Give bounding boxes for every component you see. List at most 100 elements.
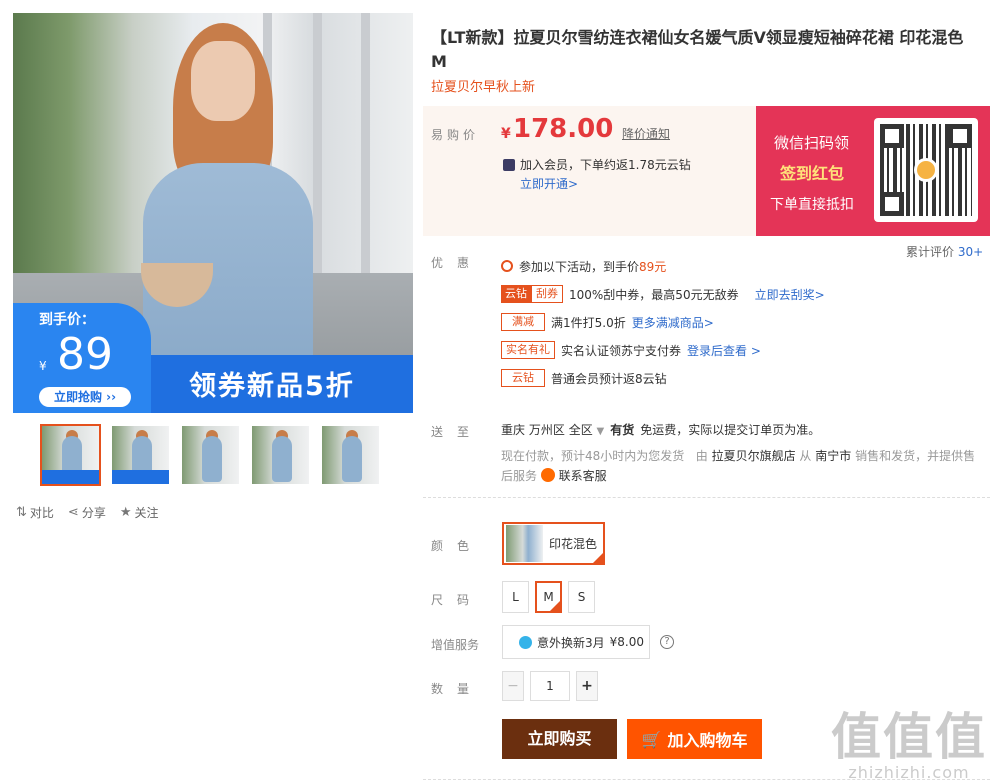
- price-amount: 178.00: [513, 114, 614, 144]
- compare-label: 对比: [29, 506, 54, 520]
- promo-tag: 云钻: [501, 285, 531, 303]
- promo-price: 89: [57, 329, 113, 380]
- vip-open-link[interactable]: 立即开通>: [520, 175, 578, 192]
- ship-eta: 现在付款，预计48小时内为您发货: [501, 449, 685, 463]
- qty-input[interactable]: 1: [530, 671, 570, 701]
- service-price: ¥8.00: [609, 635, 644, 649]
- ship-text: 由: [695, 449, 708, 463]
- add-to-cart-button[interactable]: 🛒 加入购物车: [627, 719, 762, 759]
- qr-code: [874, 118, 978, 222]
- size-option[interactable]: L: [502, 581, 529, 613]
- service-option[interactable]: 意外换新3月 ¥8.00: [502, 625, 650, 659]
- main-product-image[interactable]: 到手价： ¥ 89 立即抢购 ›› 领券新品5折: [13, 13, 413, 413]
- promo-list: 参加以下活动，到手价 89元 云钻 刮券 100%刮中券，最高50元无敌券 立即去刮…: [501, 252, 825, 392]
- ship-row-label: 送至: [431, 425, 484, 439]
- quantity-stepper: − 1 +: [502, 671, 598, 701]
- store-link[interactable]: 拉夏贝尔旗舰店: [712, 449, 796, 463]
- site-watermark: 值值值 zhizhizhi.com: [831, 711, 987, 782]
- promo-head-price: 89元: [639, 259, 667, 274]
- thumbnail[interactable]: [110, 424, 171, 486]
- ship-from-city: 南宁市: [815, 449, 852, 463]
- share-button[interactable]: ⋖ 分享: [68, 504, 106, 521]
- promo-link[interactable]: 更多满减商品>: [632, 314, 714, 331]
- selected-check-icon: [592, 552, 604, 564]
- compare-button[interactable]: ⇅ 对比: [16, 504, 54, 521]
- product-subtitle[interactable]: 拉夏贝尔早秋上新: [431, 76, 535, 95]
- cart-icon: 🛒: [641, 729, 662, 749]
- promo-tag: 云钻: [501, 369, 545, 387]
- qty-minus-button[interactable]: −: [502, 671, 524, 701]
- follow-button[interactable]: ★ 关注: [120, 504, 159, 521]
- product-tools: ⇅ 对比 ⋖ 分享 ★ 关注: [16, 504, 159, 521]
- promo-yen: ¥: [39, 359, 47, 373]
- star-icon: ★: [119, 505, 132, 520]
- promo-banner: 到手价： ¥ 89 立即抢购 ›› 领券新品5折: [13, 303, 413, 413]
- ship-area: 全区: [568, 423, 593, 437]
- ship-note: 免运费，实际以提交订单页为准。: [640, 423, 821, 437]
- ship-detail: 现在付款，预计48小时内为您发货 由 拉夏贝尔旗舰店 从 南宁市 销售和发货，并…: [501, 446, 986, 486]
- qr-logo-icon: [914, 158, 938, 182]
- ship-district: 万州区: [528, 423, 565, 437]
- qty-plus-button[interactable]: +: [576, 671, 598, 701]
- thumbnail[interactable]: [320, 424, 381, 486]
- color-swatch: [506, 525, 543, 562]
- chevron-down-icon: ▼: [596, 426, 605, 437]
- ship-location-select[interactable]: 重庆 万州区 全区 ▼: [501, 421, 604, 438]
- promo-row-label: 优惠: [431, 256, 484, 270]
- product-title: 【LT新款】拉夏贝尔雪纺连衣裙仙女名媛气质V领显瘦短袖碎花裙 印花混色 M: [431, 28, 964, 71]
- vip-text: 加入会员，下单约返1.78元云钻: [520, 158, 691, 172]
- promo-link[interactable]: 登录后查看 >: [687, 342, 761, 359]
- service-row-label: 增值服务: [431, 638, 480, 652]
- color-option-label: 印花混色: [549, 537, 598, 551]
- watermark-url: zhizhizhi.com: [848, 763, 970, 782]
- promo-text: 满1件打5.0折: [551, 315, 626, 330]
- review-count[interactable]: 累计评价 30+: [906, 243, 983, 260]
- ship-destination: 重庆 万州区 全区 ▼ 有货 免运费，实际以提交订单页为准。: [501, 421, 820, 438]
- divider: [423, 497, 990, 498]
- vip-icon: [503, 158, 515, 171]
- review-label: 累计评价: [906, 245, 955, 259]
- color-option[interactable]: 印花混色: [502, 522, 605, 565]
- promo-item: 云钻 普通会员预计返8云钻: [501, 364, 825, 392]
- promo-tag: 满减: [501, 313, 545, 331]
- size-option-selected[interactable]: M: [535, 581, 562, 613]
- price-panel: 易购价 ¥ 178.00 降价通知 加入会员，下单约返1.78元云钻 立即开通>…: [423, 106, 990, 236]
- promo-head: 参加以下活动，到手价 89元: [501, 252, 825, 280]
- promo-text: 实名认证领苏宁支付券: [561, 343, 682, 358]
- service-name: 意外换新3月: [537, 635, 605, 650]
- promo-text: 普通会员预计返8云钻: [551, 371, 667, 386]
- size-option[interactable]: S: [568, 581, 595, 613]
- wechat-line3: 下单直接抵扣: [770, 197, 854, 213]
- color-row-label: 颜色: [431, 539, 484, 553]
- thumbnail[interactable]: [180, 424, 241, 486]
- promo-item: 实名有礼 实名认证领苏宁支付券 登录后查看 >: [501, 336, 825, 364]
- buy-now-button[interactable]: 立即购买: [502, 719, 617, 759]
- wechat-line1: 微信扫码领: [774, 134, 850, 152]
- promo-slogan: 领券新品5折: [189, 371, 355, 402]
- help-icon[interactable]: ?: [660, 635, 674, 649]
- share-label: 分享: [81, 506, 106, 520]
- service-icon: [519, 635, 532, 649]
- review-value: 30+: [957, 245, 984, 259]
- stock-status: 有货: [610, 423, 635, 437]
- promo-link[interactable]: 立即去刮奖>: [755, 286, 825, 303]
- thumbnail[interactable]: [250, 424, 311, 486]
- qty-row-label: 数量: [431, 682, 484, 696]
- customer-service-icon: [540, 468, 555, 482]
- selected-check-icon: [549, 600, 561, 612]
- watermark-logo: 值值值: [831, 708, 987, 766]
- thumbnail[interactable]: [40, 424, 101, 486]
- wechat-line2: 签到红包: [780, 164, 845, 183]
- size-row-label: 尺码: [431, 593, 484, 607]
- size-options: L M S: [502, 581, 595, 613]
- promo-text: 100%刮中券，最高50元无敌券: [569, 287, 739, 302]
- compare-icon: ⇅: [16, 505, 27, 520]
- model-head: [191, 41, 255, 121]
- promo-item: 云钻 刮券 100%刮中券，最高50元无敌券 立即去刮奖>: [501, 280, 825, 308]
- promo-tag: 实名有礼: [501, 341, 555, 359]
- price-notify-link[interactable]: 降价通知: [622, 125, 670, 142]
- promo-rush-button[interactable]: 立即抢购 ››: [39, 387, 131, 407]
- add-to-cart-label: 加入购物车: [667, 731, 748, 750]
- customer-service-link[interactable]: 联系客服: [559, 469, 607, 483]
- ship-text: 从: [799, 449, 812, 463]
